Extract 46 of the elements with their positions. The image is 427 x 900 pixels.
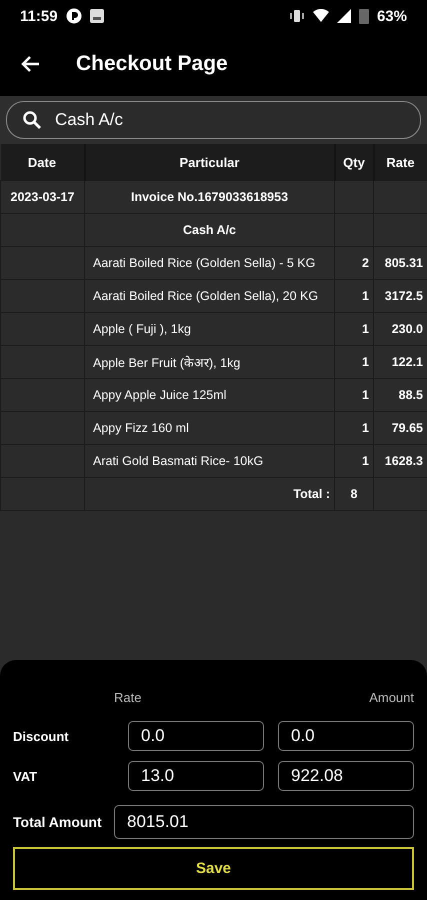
search-icon xyxy=(22,110,42,130)
column-header: Date xyxy=(0,144,84,180)
signal-icon xyxy=(336,9,351,23)
table-cell: Apple Ber Fruit (केअर), 1kg xyxy=(84,346,334,378)
amount-label: Amount xyxy=(368,690,414,705)
field-label: Discount xyxy=(13,728,70,744)
page-title: Checkout Page xyxy=(76,52,228,76)
table-cell: Arati Gold Basmati Rice- 10kG xyxy=(84,444,334,478)
rate-field[interactable]: 13.0 xyxy=(128,761,264,791)
table-cell: 8 xyxy=(334,478,374,510)
clock: 11:59 xyxy=(20,8,58,24)
table-cell: Aarati Boiled Rice (Golden Sella), 20 KG xyxy=(84,280,334,312)
rate-field[interactable]: 0.0 xyxy=(128,721,264,751)
table-cell: 1 xyxy=(334,346,374,378)
amount-field[interactable]: 0.0 xyxy=(278,721,414,751)
amount-field[interactable]: 922.08 xyxy=(278,761,414,791)
field-label: VAT xyxy=(13,768,38,784)
table-cell: Invoice No.1679033618953 xyxy=(84,180,334,214)
table-cell: 1 xyxy=(334,444,374,478)
table-cell: Total : xyxy=(84,478,334,510)
battery-percent: 63% xyxy=(376,8,407,24)
vibrate-icon xyxy=(288,8,305,24)
table-cell: 2 xyxy=(334,246,374,280)
table-cell: Appy Fizz 160 ml xyxy=(84,412,334,444)
rate-label: Rate xyxy=(114,690,142,705)
table-cell: 1 xyxy=(334,312,374,346)
table-cell: Apple ( Fuji ), 1kg xyxy=(84,312,334,346)
table-cell: 2023-03-17 xyxy=(0,180,84,214)
table-cell: Cash A/c xyxy=(84,214,334,246)
table-cell: Appy Apple Juice 125ml xyxy=(84,378,334,412)
column-header: Rate xyxy=(374,144,427,180)
back-arrow-icon[interactable] xyxy=(20,55,40,73)
search-field[interactable]: Cash A/c xyxy=(6,101,421,139)
battery-icon xyxy=(358,8,369,24)
column-header: Particular xyxy=(84,144,334,180)
app-icon xyxy=(66,8,82,24)
image-icon xyxy=(90,9,104,23)
wifi-icon xyxy=(312,9,329,23)
save-button[interactable]: Save xyxy=(13,847,414,890)
table-cell: 1 xyxy=(334,378,374,412)
table-cell: Aarati Boiled Rice (Golden Sella) - 5 KG xyxy=(84,246,334,280)
table-cell: 1 xyxy=(334,412,374,444)
column-header: Qty xyxy=(334,144,374,180)
total-amount-label: Total Amount xyxy=(13,814,103,830)
total-amount-field[interactable]: 8015.01 xyxy=(114,805,414,839)
table-cell: 1 xyxy=(334,280,374,312)
